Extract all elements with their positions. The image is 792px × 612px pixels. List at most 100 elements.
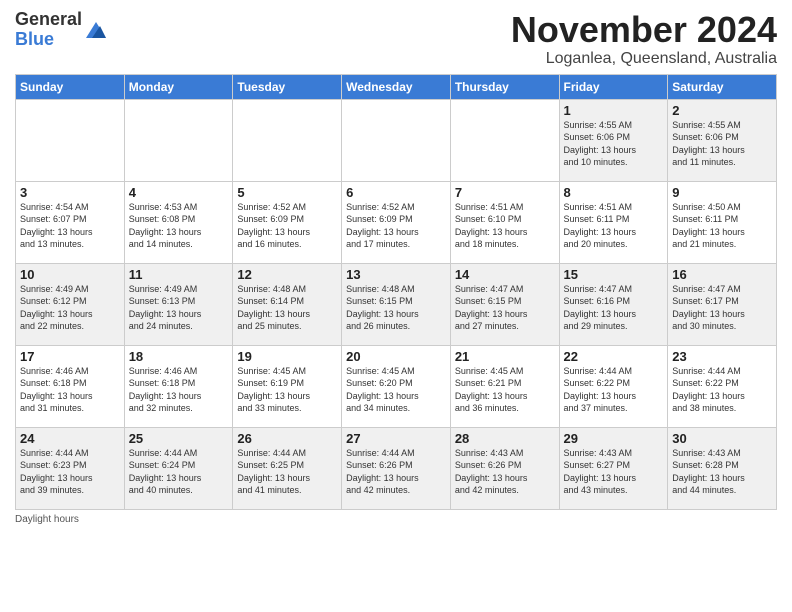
- col-header-saturday: Saturday: [668, 74, 777, 99]
- day-number: 1: [564, 103, 664, 118]
- day-info: Sunrise: 4:45 AM Sunset: 6:19 PM Dayligh…: [237, 365, 337, 415]
- calendar-cell: 14Sunrise: 4:47 AM Sunset: 6:15 PM Dayli…: [450, 263, 559, 345]
- day-number: 22: [564, 349, 664, 364]
- day-number: 19: [237, 349, 337, 364]
- col-header-friday: Friday: [559, 74, 668, 99]
- day-info: Sunrise: 4:55 AM Sunset: 6:06 PM Dayligh…: [564, 119, 664, 169]
- calendar-cell: 8Sunrise: 4:51 AM Sunset: 6:11 PM Daylig…: [559, 181, 668, 263]
- day-number: 27: [346, 431, 446, 446]
- day-number: 25: [129, 431, 229, 446]
- calendar-cell: 5Sunrise: 4:52 AM Sunset: 6:09 PM Daylig…: [233, 181, 342, 263]
- calendar-cell: 28Sunrise: 4:43 AM Sunset: 6:26 PM Dayli…: [450, 427, 559, 509]
- calendar-cell: 23Sunrise: 4:44 AM Sunset: 6:22 PM Dayli…: [668, 345, 777, 427]
- day-info: Sunrise: 4:55 AM Sunset: 6:06 PM Dayligh…: [672, 119, 772, 169]
- calendar-cell: 20Sunrise: 4:45 AM Sunset: 6:20 PM Dayli…: [342, 345, 451, 427]
- calendar-cell: [342, 99, 451, 181]
- calendar-cell: 9Sunrise: 4:50 AM Sunset: 6:11 PM Daylig…: [668, 181, 777, 263]
- day-info: Sunrise: 4:49 AM Sunset: 6:13 PM Dayligh…: [129, 283, 229, 333]
- header-row: SundayMondayTuesdayWednesdayThursdayFrid…: [16, 74, 777, 99]
- location: Loganlea, Queensland, Australia: [511, 50, 777, 68]
- daylight-label: Daylight hours: [15, 514, 79, 525]
- calendar-table: SundayMondayTuesdayWednesdayThursdayFrid…: [15, 74, 777, 510]
- week-row-2: 3Sunrise: 4:54 AM Sunset: 6:07 PM Daylig…: [16, 181, 777, 263]
- calendar-cell: [124, 99, 233, 181]
- day-info: Sunrise: 4:44 AM Sunset: 6:22 PM Dayligh…: [564, 365, 664, 415]
- calendar-cell: 16Sunrise: 4:47 AM Sunset: 6:17 PM Dayli…: [668, 263, 777, 345]
- day-info: Sunrise: 4:51 AM Sunset: 6:11 PM Dayligh…: [564, 201, 664, 251]
- day-number: 30: [672, 431, 772, 446]
- calendar-cell: [450, 99, 559, 181]
- logo: General Blue: [15, 10, 108, 50]
- calendar-cell: 19Sunrise: 4:45 AM Sunset: 6:19 PM Dayli…: [233, 345, 342, 427]
- calendar-cell: 1Sunrise: 4:55 AM Sunset: 6:06 PM Daylig…: [559, 99, 668, 181]
- week-row-5: 24Sunrise: 4:44 AM Sunset: 6:23 PM Dayli…: [16, 427, 777, 509]
- calendar-cell: 22Sunrise: 4:44 AM Sunset: 6:22 PM Dayli…: [559, 345, 668, 427]
- day-info: Sunrise: 4:45 AM Sunset: 6:20 PM Dayligh…: [346, 365, 446, 415]
- day-info: Sunrise: 4:44 AM Sunset: 6:26 PM Dayligh…: [346, 447, 446, 497]
- day-number: 26: [237, 431, 337, 446]
- calendar-cell: 7Sunrise: 4:51 AM Sunset: 6:10 PM Daylig…: [450, 181, 559, 263]
- day-info: Sunrise: 4:52 AM Sunset: 6:09 PM Dayligh…: [237, 201, 337, 251]
- day-number: 15: [564, 267, 664, 282]
- day-number: 10: [20, 267, 120, 282]
- day-info: Sunrise: 4:43 AM Sunset: 6:28 PM Dayligh…: [672, 447, 772, 497]
- day-info: Sunrise: 4:43 AM Sunset: 6:26 PM Dayligh…: [455, 447, 555, 497]
- calendar-cell: 11Sunrise: 4:49 AM Sunset: 6:13 PM Dayli…: [124, 263, 233, 345]
- day-number: 11: [129, 267, 229, 282]
- day-info: Sunrise: 4:52 AM Sunset: 6:09 PM Dayligh…: [346, 201, 446, 251]
- calendar-cell: 26Sunrise: 4:44 AM Sunset: 6:25 PM Dayli…: [233, 427, 342, 509]
- day-number: 8: [564, 185, 664, 200]
- col-header-sunday: Sunday: [16, 74, 125, 99]
- day-number: 28: [455, 431, 555, 446]
- week-row-3: 10Sunrise: 4:49 AM Sunset: 6:12 PM Dayli…: [16, 263, 777, 345]
- month-title: November 2024: [511, 10, 777, 50]
- logo-general: General: [15, 9, 82, 29]
- day-number: 12: [237, 267, 337, 282]
- day-number: 17: [20, 349, 120, 364]
- footer: Daylight hours: [15, 514, 777, 525]
- day-info: Sunrise: 4:43 AM Sunset: 6:27 PM Dayligh…: [564, 447, 664, 497]
- calendar-cell: 27Sunrise: 4:44 AM Sunset: 6:26 PM Dayli…: [342, 427, 451, 509]
- calendar-cell: 18Sunrise: 4:46 AM Sunset: 6:18 PM Dayli…: [124, 345, 233, 427]
- calendar-cell: 4Sunrise: 4:53 AM Sunset: 6:08 PM Daylig…: [124, 181, 233, 263]
- day-info: Sunrise: 4:48 AM Sunset: 6:15 PM Dayligh…: [346, 283, 446, 333]
- calendar-cell: 30Sunrise: 4:43 AM Sunset: 6:28 PM Dayli…: [668, 427, 777, 509]
- page: General Blue November 2024 Loganlea, Que…: [0, 0, 792, 612]
- day-number: 23: [672, 349, 772, 364]
- calendar-cell: [16, 99, 125, 181]
- week-row-1: 1Sunrise: 4:55 AM Sunset: 6:06 PM Daylig…: [16, 99, 777, 181]
- day-info: Sunrise: 4:46 AM Sunset: 6:18 PM Dayligh…: [129, 365, 229, 415]
- day-info: Sunrise: 4:47 AM Sunset: 6:15 PM Dayligh…: [455, 283, 555, 333]
- calendar-cell: [233, 99, 342, 181]
- calendar-cell: 21Sunrise: 4:45 AM Sunset: 6:21 PM Dayli…: [450, 345, 559, 427]
- day-number: 20: [346, 349, 446, 364]
- day-info: Sunrise: 4:44 AM Sunset: 6:24 PM Dayligh…: [129, 447, 229, 497]
- col-header-monday: Monday: [124, 74, 233, 99]
- calendar-cell: 6Sunrise: 4:52 AM Sunset: 6:09 PM Daylig…: [342, 181, 451, 263]
- day-info: Sunrise: 4:50 AM Sunset: 6:11 PM Dayligh…: [672, 201, 772, 251]
- day-info: Sunrise: 4:46 AM Sunset: 6:18 PM Dayligh…: [20, 365, 120, 415]
- day-info: Sunrise: 4:51 AM Sunset: 6:10 PM Dayligh…: [455, 201, 555, 251]
- day-number: 6: [346, 185, 446, 200]
- calendar-cell: 3Sunrise: 4:54 AM Sunset: 6:07 PM Daylig…: [16, 181, 125, 263]
- week-row-4: 17Sunrise: 4:46 AM Sunset: 6:18 PM Dayli…: [16, 345, 777, 427]
- day-number: 14: [455, 267, 555, 282]
- day-info: Sunrise: 4:53 AM Sunset: 6:08 PM Dayligh…: [129, 201, 229, 251]
- day-info: Sunrise: 4:44 AM Sunset: 6:22 PM Dayligh…: [672, 365, 772, 415]
- day-number: 18: [129, 349, 229, 364]
- day-info: Sunrise: 4:49 AM Sunset: 6:12 PM Dayligh…: [20, 283, 120, 333]
- day-number: 7: [455, 185, 555, 200]
- day-number: 9: [672, 185, 772, 200]
- day-number: 3: [20, 185, 120, 200]
- day-info: Sunrise: 4:47 AM Sunset: 6:16 PM Dayligh…: [564, 283, 664, 333]
- day-number: 16: [672, 267, 772, 282]
- calendar-cell: 29Sunrise: 4:43 AM Sunset: 6:27 PM Dayli…: [559, 427, 668, 509]
- logo-icon: [84, 18, 108, 42]
- calendar-cell: 13Sunrise: 4:48 AM Sunset: 6:15 PM Dayli…: [342, 263, 451, 345]
- calendar-cell: 17Sunrise: 4:46 AM Sunset: 6:18 PM Dayli…: [16, 345, 125, 427]
- day-number: 2: [672, 103, 772, 118]
- day-number: 21: [455, 349, 555, 364]
- day-number: 13: [346, 267, 446, 282]
- day-number: 5: [237, 185, 337, 200]
- day-info: Sunrise: 4:48 AM Sunset: 6:14 PM Dayligh…: [237, 283, 337, 333]
